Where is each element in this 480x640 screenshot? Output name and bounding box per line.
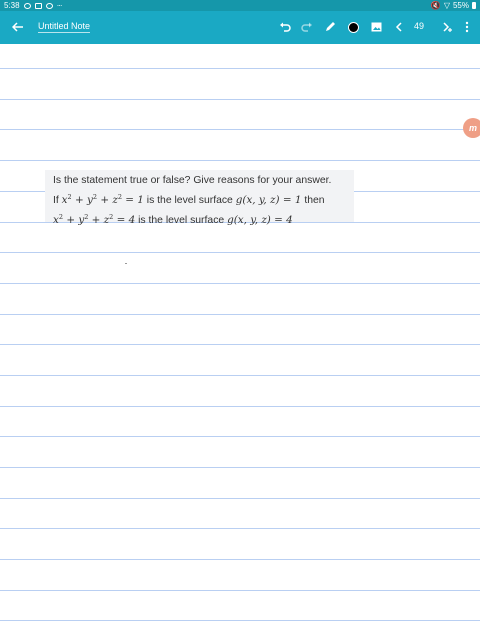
level-surface-2: g(x, y, z) = 4: [227, 214, 293, 226]
status-time: 5:38: [4, 1, 20, 10]
ruled-line: [0, 620, 480, 621]
back-button[interactable]: [10, 19, 26, 35]
question-text: then: [304, 195, 325, 206]
wifi-icon: ▽: [443, 1, 450, 10]
chevron-left-icon: [395, 22, 402, 32]
question-line-1: Is the statement true or false? Give rea…: [53, 175, 332, 186]
ruled-line: [0, 283, 480, 284]
ruled-line: [0, 129, 480, 130]
note-canvas[interactable]: [0, 44, 480, 640]
ruled-line: [0, 406, 480, 407]
undo-icon: [280, 22, 291, 32]
ruled-line: [0, 528, 480, 529]
redo-button[interactable]: [300, 20, 314, 34]
app-toolbar: Untitled Note 49: [0, 11, 480, 44]
gallery-icon: [34, 2, 42, 9]
ruled-line: [0, 314, 480, 315]
pen-color-button[interactable]: [346, 20, 360, 34]
battery-icon: [472, 2, 476, 9]
question-text: is the level surface: [138, 215, 225, 226]
redo-icon: [301, 22, 312, 32]
page-number: 49: [414, 21, 425, 31]
question-line-2: If x2 + y2 + z2 = 1 is the level surface…: [53, 189, 346, 209]
level-surface-1: g(x, y, z) = 1: [235, 194, 302, 206]
status-left: 5:38 ···: [4, 0, 63, 11]
more-options-button[interactable]: [460, 20, 474, 34]
ruled-line: [0, 436, 480, 437]
question-card[interactable]: Is the statement true or false? Give rea…: [45, 170, 354, 226]
battery-percent: 55%: [452, 1, 469, 10]
color-swatch-icon: [347, 21, 359, 33]
more-notifications-icon: ···: [56, 1, 63, 10]
ruled-line: [0, 467, 480, 468]
status-right: 🔇 ▽ 55%: [431, 0, 476, 11]
question-text: is the level surface: [146, 195, 233, 206]
kebab-menu-icon: [465, 21, 469, 33]
previous-page-button[interactable]: [392, 20, 406, 34]
equation-2: x2 + y2 + z2 = 4: [53, 213, 136, 226]
ruled-line: [0, 375, 480, 376]
ruled-line: [0, 559, 480, 560]
status-bar: 5:38 ··· 🔇 ▽ 55%: [0, 0, 480, 11]
badge-label: m: [468, 123, 477, 133]
ruled-line: [0, 344, 480, 345]
image-icon: [371, 22, 381, 32]
messenger-icon: [45, 2, 53, 9]
ruled-line: [0, 498, 480, 499]
ruled-line: [0, 99, 480, 100]
ruled-line: [0, 252, 480, 253]
ruled-line: [0, 590, 480, 591]
notification-icon: [23, 2, 31, 9]
ink-dot: [125, 263, 127, 264]
pen-icon: [326, 22, 335, 31]
undo-button[interactable]: [278, 20, 292, 34]
question-line-3: x2 + y2 + z2 = 4 is the level surface g(…: [53, 209, 346, 229]
ruled-line: [0, 160, 480, 161]
question-text: If: [53, 195, 59, 206]
equation-1: x2 + y2 + z2 = 1: [61, 193, 144, 206]
floating-app-button[interactable]: m: [463, 118, 480, 138]
note-title-field[interactable]: Untitled Note: [38, 21, 91, 33]
next-page-button[interactable]: [440, 20, 454, 34]
chevron-right-add-icon: [443, 22, 452, 32]
arrow-left-icon: [12, 22, 23, 32]
pen-tool-button[interactable]: [323, 20, 337, 34]
insert-image-button[interactable]: [369, 20, 383, 34]
ruled-line: [0, 68, 480, 69]
silent-icon: 🔇: [430, 1, 441, 10]
